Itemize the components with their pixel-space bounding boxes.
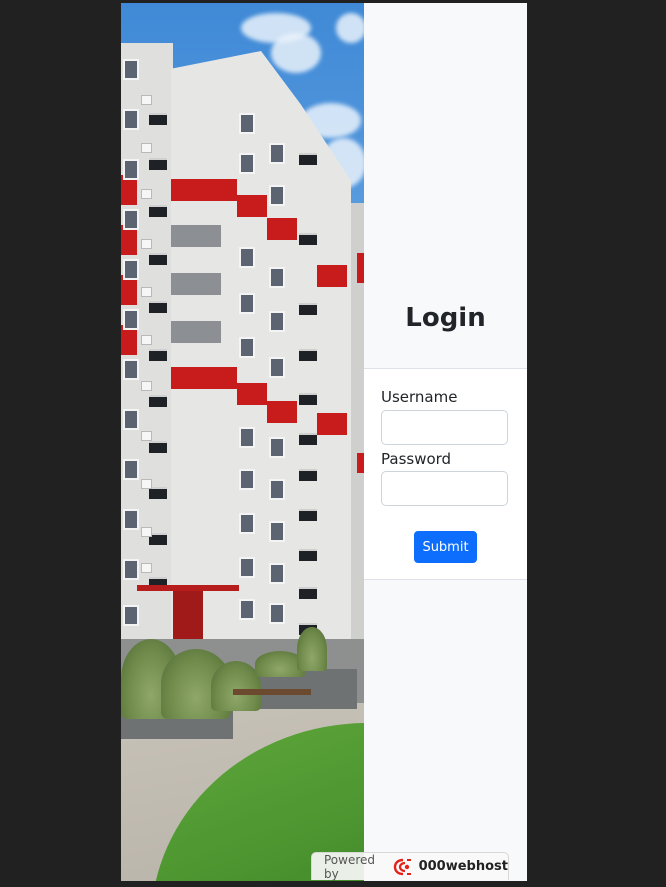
ornamental-grass [297,627,327,671]
cloud [271,33,321,73]
balcony [149,349,167,361]
password-field[interactable] [381,471,508,506]
ac-unit [141,95,152,105]
ac-unit [141,527,152,537]
powered-by-text: Powered by [324,852,376,881]
bench [233,689,311,695]
powered-by-badge[interactable]: Powered by 000webhost [311,852,509,881]
facade-red-band [237,383,267,405]
ac-unit [141,143,152,153]
balcony [299,153,317,165]
ac-unit [141,431,152,441]
ornamental-grass [211,661,261,711]
ac-unit [141,381,152,391]
window [123,259,139,280]
window [269,267,285,288]
balcony [149,158,167,170]
facade-red-band [171,367,237,389]
balcony [299,303,317,315]
window [123,59,139,80]
facade-red-band [317,265,347,287]
page-title: Login [405,303,486,333]
window [269,185,285,206]
ac-unit [141,563,152,573]
window [269,563,285,584]
window [123,309,139,330]
000webhost-logo-icon [392,857,414,877]
entrance-door [173,591,203,639]
balcony [149,253,167,265]
login-form: Username Password Submit [364,368,527,580]
balcony [149,205,167,217]
window [269,603,285,624]
balcony [299,433,317,445]
window [239,557,255,578]
window [239,599,255,620]
balcony [299,549,317,561]
window [239,469,255,490]
window [269,311,285,332]
window [123,109,139,130]
window [123,209,139,230]
facade-gray-band [171,225,221,247]
window [123,459,139,480]
window [123,159,139,180]
ac-unit [141,335,152,345]
balcony [299,349,317,361]
balcony [149,441,167,453]
ac-unit [141,239,152,249]
username-label: Username [381,388,458,406]
window [269,357,285,378]
window [269,437,285,458]
window [269,521,285,542]
window [269,143,285,164]
window [239,293,255,314]
brand-name: 000webhost [418,859,508,874]
facade-red-band [171,179,237,201]
username-field[interactable] [381,410,508,445]
ac-unit [141,479,152,489]
facade-red-band [237,195,267,217]
balcony [149,113,167,125]
building-photo [121,3,364,881]
facade-red-band [357,253,364,283]
facade-gray-band [171,273,221,295]
balcony [149,395,167,407]
page-frame: Login Username Password Submit Powered b… [121,3,527,881]
window [239,153,255,174]
window [123,605,139,626]
facade-red-band [317,413,347,435]
window [239,427,255,448]
balcony [299,469,317,481]
window [123,509,139,530]
login-panel: Login Username Password Submit [364,3,527,881]
window [239,337,255,358]
window [123,559,139,580]
submit-button[interactable]: Submit [414,531,477,563]
facade-gray-band [171,321,221,343]
window [239,247,255,268]
balcony [299,587,317,599]
facade-red-band [357,453,364,473]
balcony [299,393,317,405]
building-main-facade [171,51,351,641]
balcony [149,301,167,313]
facade-red-band [267,401,297,423]
password-label: Password [381,450,452,468]
ac-unit [141,287,152,297]
window [123,409,139,430]
window [269,479,285,500]
balcony [299,233,317,245]
ac-unit [141,189,152,199]
window [239,113,255,134]
facade-red-band [267,218,297,240]
balcony [299,509,317,521]
cloud [336,13,364,43]
window [239,513,255,534]
window [123,359,139,380]
